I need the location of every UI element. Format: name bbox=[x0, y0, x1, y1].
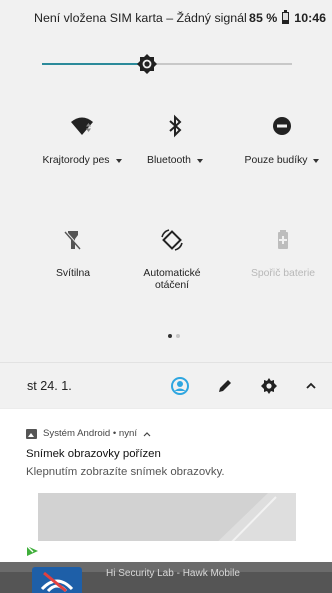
flashlight-icon bbox=[64, 230, 82, 250]
collapse-icon[interactable] bbox=[301, 376, 321, 396]
account-icon[interactable] bbox=[170, 376, 190, 396]
tile-battery-saver[interactable]: Spořič baterie bbox=[233, 228, 332, 280]
page-indicator bbox=[168, 334, 180, 338]
tile-label: Bluetooth bbox=[147, 155, 191, 166]
network-status-text: Není vložena SIM karta – Žádný signál bbox=[34, 11, 247, 25]
tile-label: Spořič baterie bbox=[250, 268, 316, 279]
tile-label: Krajtorody pes bbox=[42, 155, 110, 166]
page-dot bbox=[176, 334, 180, 338]
tile-bluetooth[interactable]: Bluetooth bbox=[125, 114, 225, 167]
tile-label: Svítilna bbox=[55, 268, 91, 279]
clock: 10:46 bbox=[294, 11, 326, 25]
page-dot-active bbox=[168, 334, 172, 338]
status-bar: Není vložena SIM karta – Žádný signál 85… bbox=[0, 0, 332, 36]
tile-label: Pouze budíky bbox=[244, 155, 308, 166]
chevron-down-icon[interactable] bbox=[196, 159, 203, 163]
quick-settings-panel: Není vložena SIM karta – Žádný signál 85… bbox=[0, 0, 332, 408]
battery-percentage: 85 % bbox=[249, 11, 278, 25]
brightness-track-filled bbox=[42, 63, 145, 65]
tile-do-not-disturb[interactable]: Pouze budíky bbox=[232, 114, 332, 167]
tile-auto-rotate[interactable]: Automatické otáčení bbox=[122, 228, 222, 292]
background-app-strip bbox=[0, 541, 332, 562]
date: st 24. 1. bbox=[27, 378, 72, 393]
chevron-down-icon[interactable] bbox=[115, 159, 122, 163]
settings-icon[interactable] bbox=[259, 376, 279, 396]
battery-saver-icon bbox=[278, 230, 288, 249]
notification-text: Klepnutím zobrazíte snímek obrazovky. bbox=[26, 466, 225, 478]
tile-label: Automatické otáčení bbox=[143, 268, 201, 291]
brightness-track bbox=[145, 63, 292, 65]
screenshot-notification[interactable]: Systém Android • nyní Snímek obrazovky p… bbox=[0, 409, 332, 562]
chevron-down-icon[interactable] bbox=[313, 159, 320, 163]
notification-header: Systém Android • nyní bbox=[26, 428, 151, 439]
chevron-up-icon[interactable] bbox=[143, 431, 151, 437]
wifi-icon bbox=[40, 571, 74, 593]
background-app: Hi Security Lab - Hawk Mobile bbox=[0, 562, 332, 593]
play-store-icon bbox=[26, 545, 38, 556]
battery-icon bbox=[282, 10, 290, 24]
notification-app-name: Systém Android • nyní bbox=[43, 428, 138, 439]
edit-icon[interactable] bbox=[215, 376, 235, 396]
brightness-icon[interactable] bbox=[137, 54, 157, 74]
image-icon bbox=[26, 428, 37, 439]
brightness-slider[interactable] bbox=[42, 54, 292, 74]
background-app-title: Hi Security Lab - Hawk Mobile bbox=[106, 568, 240, 579]
notification-title: Snímek obrazovky pořízen bbox=[26, 448, 161, 460]
do-not-disturb-icon bbox=[273, 117, 291, 135]
auto-rotate-icon bbox=[161, 229, 183, 251]
data-arrows-icon bbox=[86, 123, 91, 132]
quick-settings-footer: st 24. 1. bbox=[0, 362, 332, 408]
bluetooth-icon bbox=[169, 114, 182, 138]
tile-wifi[interactable]: Krajtorody pes bbox=[32, 114, 132, 167]
tile-flashlight[interactable]: Svítilna bbox=[23, 228, 123, 280]
app-logo bbox=[32, 567, 82, 593]
